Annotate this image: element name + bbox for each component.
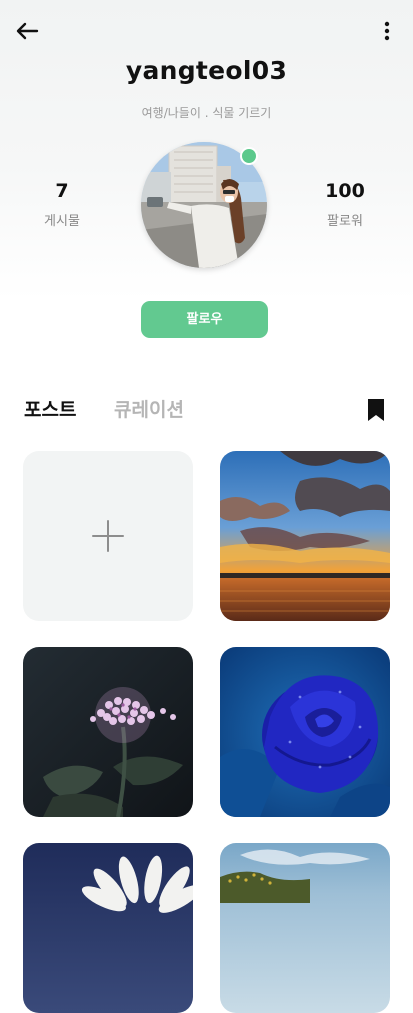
profile-username: yangteol03 <box>125 56 288 85</box>
posts-count: 7 <box>55 180 69 202</box>
followers-count: 100 <box>325 180 365 202</box>
profile-bio: 여행/나들이 . 식물 기르기 <box>141 106 272 120</box>
post-thumbnail-white-flower[interactable] <box>23 843 193 1013</box>
plus-icon <box>92 520 124 552</box>
post-thumbnail-sunset[interactable] <box>220 451 390 621</box>
post-thumbnail-blue-rose[interactable] <box>220 647 390 817</box>
tab-curation[interactable]: 큐레이션 <box>114 395 184 422</box>
tab-posts[interactable]: 포스트 <box>24 395 76 422</box>
back-arrow-icon[interactable] <box>14 20 40 42</box>
online-status-indicator <box>240 147 258 165</box>
followers-stat[interactable]: 100 팔로워 <box>300 180 390 229</box>
followers-label: 팔로워 <box>327 214 363 229</box>
bookmark-icon[interactable] <box>366 398 386 422</box>
posts-stat[interactable]: 7 게시물 <box>17 180 107 229</box>
post-thumbnail-green-field[interactable] <box>220 843 390 1013</box>
posts-label: 게시물 <box>44 214 80 229</box>
more-options-icon[interactable] <box>377 20 397 42</box>
post-thumbnail-lilac[interactable] <box>23 647 193 817</box>
add-post-tile[interactable] <box>23 451 193 621</box>
follow-button[interactable]: 팔로우 <box>141 301 268 338</box>
